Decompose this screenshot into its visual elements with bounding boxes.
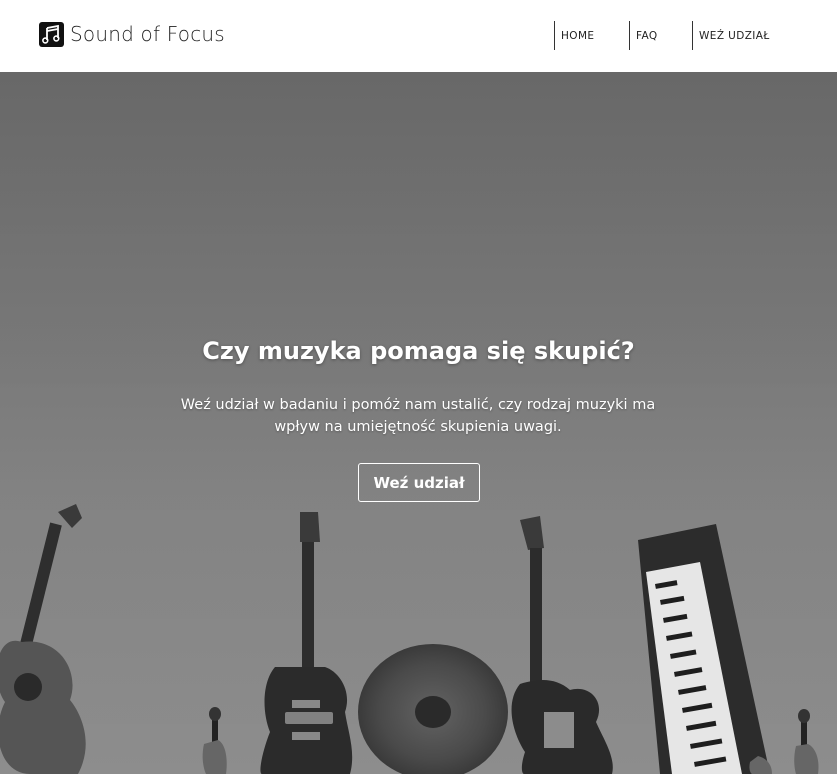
nav-link-join[interactable]: WEŹ UDZIAŁ — [692, 21, 770, 50]
brand-logo-link[interactable]: Sound of Focus — [39, 21, 225, 47]
nav-link-home[interactable]: HOME — [554, 21, 594, 50]
cymbal-graphic — [358, 644, 508, 774]
join-study-button[interactable]: Weź udział — [358, 463, 480, 502]
hero-title: Czy muzyka pomaga się skupić? — [202, 337, 635, 365]
hero-section: Czy muzyka pomaga się skupić? Weź udział… — [0, 72, 837, 774]
music-note-icon — [39, 21, 64, 47]
hero-subtitle: Weź udział w badaniu i pomóż nam ustalić… — [180, 397, 656, 435]
navbar: Sound of Focus HOME FAQ WEŹ UDZIAŁ — [0, 0, 837, 72]
nav-link-faq[interactable]: FAQ — [629, 21, 658, 50]
brand-title: Sound of Focus — [70, 22, 225, 46]
